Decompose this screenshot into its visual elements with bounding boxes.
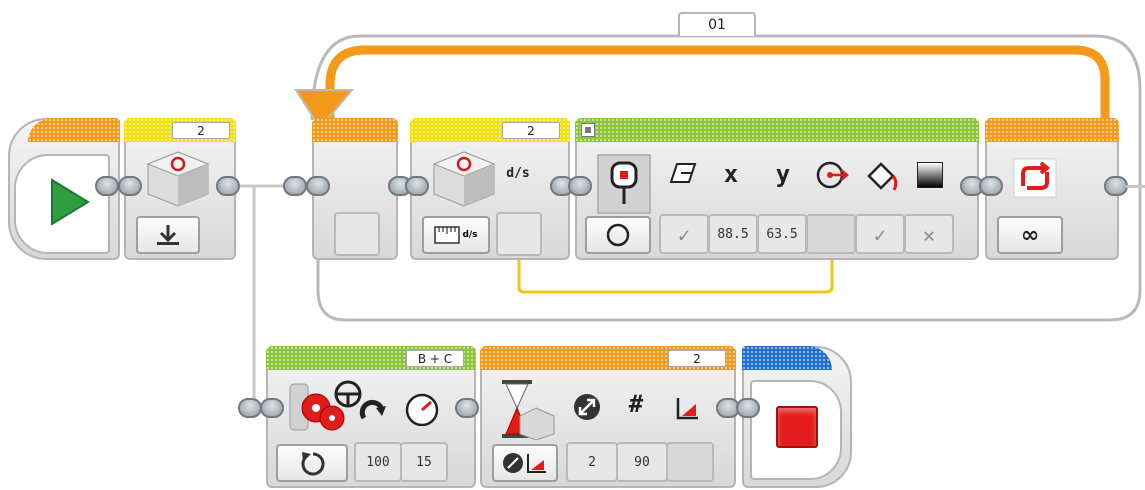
loop-end[interactable]: ∞ (985, 118, 1119, 260)
move-input-connector[interactable] (238, 398, 262, 418)
wait-block[interactable]: 2 # 2 90 (480, 346, 736, 488)
timer-read-block[interactable]: 2 d/s d/s (410, 118, 570, 260)
value-chart-icon (676, 398, 698, 420)
loop-repeat-icon (1013, 158, 1057, 198)
steering-motor-icon (289, 380, 362, 431)
stop-icon[interactable] (776, 406, 818, 448)
unit-label: d/s (506, 166, 530, 181)
timer-reset-input-connector[interactable] (118, 176, 142, 196)
power-input[interactable]: 100 (354, 442, 402, 482)
loop-output-wire (1126, 185, 1145, 188)
compare-type-input[interactable]: 2 (566, 442, 618, 482)
color-input[interactable]: ✕ (904, 214, 954, 254)
mode-selector-measure[interactable]: d/s (422, 216, 490, 254)
loop-name-tab[interactable]: 01 (678, 12, 756, 36)
timer-value-output-plug[interactable] (496, 212, 542, 256)
timer-reset-output-connector[interactable] (216, 176, 240, 196)
ports-badge[interactable]: B + C (406, 350, 464, 367)
hourglass-timer-icon (502, 380, 555, 440)
play-icon[interactable] (50, 178, 90, 226)
fill-icon (867, 162, 898, 191)
mode-selector-move[interactable] (276, 444, 348, 482)
stop-block[interactable] (742, 346, 852, 488)
speedometer-icon (405, 393, 439, 426)
y-label: y (775, 160, 791, 188)
port-badge[interactable]: 2 (172, 122, 230, 139)
eraser-icon (669, 163, 697, 183)
loop-name: 01 (708, 17, 726, 33)
port-badge[interactable]: 2 (502, 122, 560, 139)
move-steering-block[interactable]: B + C 100 15 (266, 346, 476, 488)
timer-sensor-icon (432, 151, 496, 207)
x-label: x (723, 160, 739, 188)
loop-start-output-plug[interactable] (334, 212, 380, 256)
loop-input-connector[interactable] (283, 176, 307, 196)
display-block[interactable]: x y ✓ 88.5 63.5 ✓ ✕ (575, 118, 979, 260)
ruler-icon (434, 226, 461, 244)
measured-value-output-plug[interactable] (666, 442, 714, 482)
mode-label: d/s (462, 230, 478, 240)
display-input-connector[interactable] (568, 176, 592, 196)
start-output-connector[interactable] (95, 176, 119, 196)
loop-internal-connector[interactable] (306, 176, 330, 196)
steering-input[interactable]: 15 (400, 442, 448, 482)
timer-sensor-icon (146, 151, 210, 207)
color-swatch-icon (917, 162, 943, 188)
move-output-connector[interactable] (455, 398, 479, 418)
display-header-icon (581, 123, 595, 137)
stop-input-connector[interactable] (736, 398, 760, 418)
infinity-label: ∞ (1020, 222, 1040, 248)
radius-input-plug[interactable] (806, 214, 856, 254)
compare-mode-icon (503, 453, 546, 473)
clear-screen-input[interactable]: ✓ (659, 214, 709, 254)
x-input[interactable]: 88.5 (708, 214, 758, 254)
threshold-number-icon: # (628, 390, 644, 418)
display-shape-icon (610, 161, 638, 204)
radius-icon (816, 161, 849, 189)
y-input[interactable]: 63.5 (757, 214, 807, 254)
fill-input[interactable]: ✓ (855, 214, 905, 254)
loop-mode-selector[interactable]: ∞ (997, 216, 1063, 254)
mode-selector-wait[interactable] (492, 444, 558, 482)
move-internal-connector[interactable] (260, 398, 284, 418)
timer-read-input-connector[interactable] (405, 176, 429, 196)
compare-icon (574, 394, 600, 420)
reset-download-icon (157, 225, 179, 245)
mode-selector-reset[interactable] (136, 216, 200, 254)
power-rotate-icon (359, 399, 386, 420)
threshold-input[interactable]: 90 (616, 442, 668, 482)
loop-end-input-connector[interactable] (979, 176, 1003, 196)
port-badge[interactable]: 2 (668, 350, 726, 367)
loop-output-connector[interactable] (1104, 176, 1128, 196)
rotate-reset-icon (301, 452, 325, 476)
mode-selector-shape[interactable] (585, 216, 651, 254)
circle-mode-icon (606, 223, 630, 247)
